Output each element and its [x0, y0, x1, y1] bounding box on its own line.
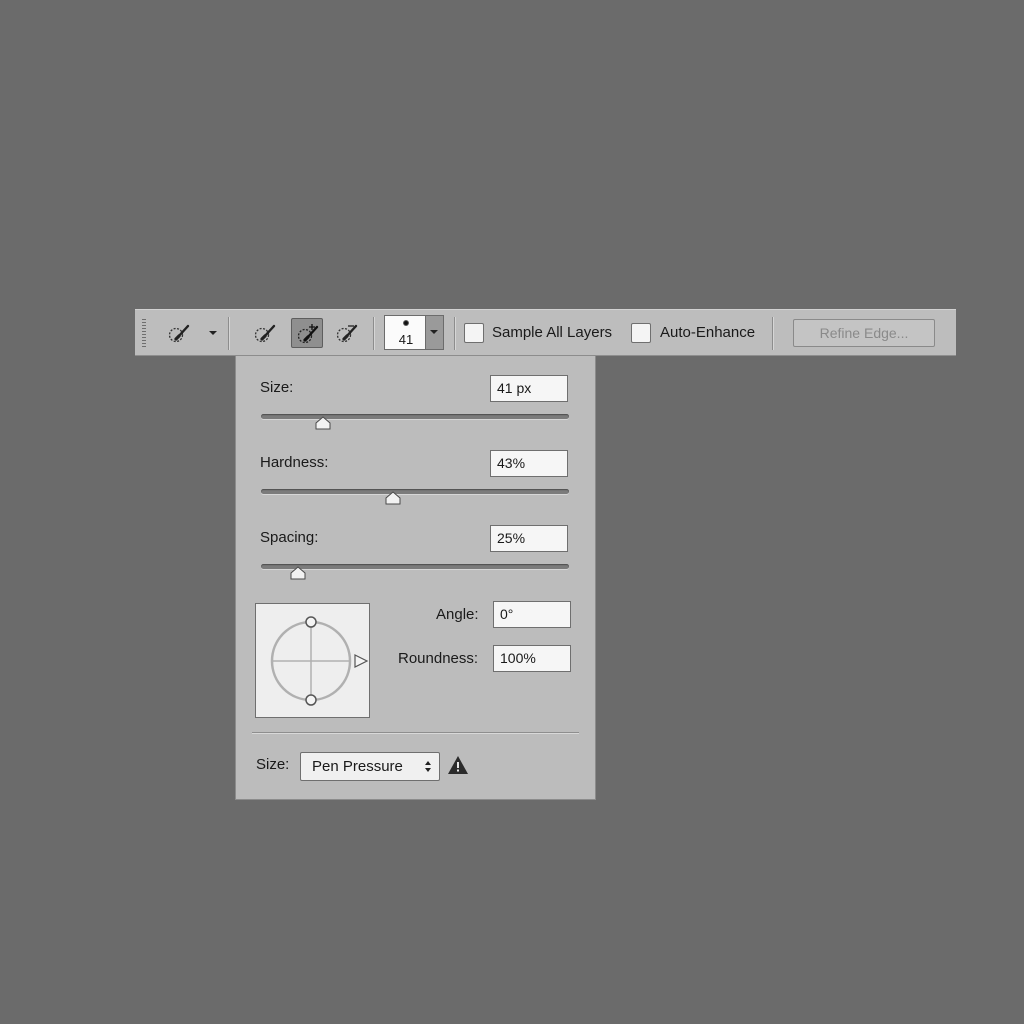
- select-arrows-icon: [425, 761, 431, 772]
- size-slider-thumb[interactable]: [315, 416, 331, 430]
- quick-selection-add-icon: [297, 324, 319, 344]
- size-field[interactable]: 41 px: [490, 375, 568, 402]
- hardness-label: Hardness:: [260, 454, 329, 471]
- tool-preset-caret-icon[interactable]: [209, 331, 217, 335]
- angle-field[interactable]: 0°: [493, 601, 571, 628]
- roundness-field[interactable]: 100%: [493, 645, 571, 672]
- brush-size-readout: 41: [398, 332, 414, 347]
- options-bar-grip[interactable]: [142, 319, 146, 349]
- hardness-slider[interactable]: [261, 489, 569, 505]
- pressure-size-label: Size:: [256, 756, 290, 773]
- auto-enhance-checkbox[interactable]: [631, 323, 651, 343]
- brush-picker-panel: Size: 41 px Hardness: 43% Spacing: 25% A…: [235, 355, 596, 800]
- add-to-selection-button[interactable]: [291, 318, 323, 348]
- tool-options-bar: 41 Sample All Layers Auto-Enhance Refine…: [135, 309, 956, 356]
- separator: [373, 317, 374, 350]
- separator: [228, 317, 229, 350]
- spacing-label: Spacing:: [260, 529, 319, 546]
- separator: [454, 317, 455, 350]
- sample-all-layers-label[interactable]: Sample All Layers: [492, 323, 612, 343]
- brush-angle-roundness-preview[interactable]: [255, 603, 370, 718]
- quick-selection-brush-icon: [168, 324, 190, 343]
- brush-picker-dropdown[interactable]: [425, 316, 443, 349]
- pen-pressure-value: Pen Pressure: [312, 758, 403, 775]
- quick-selection-brush-icon: [254, 324, 276, 343]
- hardness-field[interactable]: 43%: [490, 450, 568, 477]
- brush-tip-icon: [403, 320, 409, 326]
- pen-pressure-select[interactable]: Pen Pressure: [300, 752, 440, 781]
- spacing-slider-thumb[interactable]: [290, 566, 306, 580]
- roundness-label: Roundness:: [398, 650, 479, 667]
- warning-icon[interactable]: [447, 755, 469, 775]
- brush-shape-icon: [270, 616, 369, 706]
- spacing-field[interactable]: 25%: [490, 525, 568, 552]
- refine-edge-button[interactable]: Refine Edge...: [793, 319, 935, 347]
- tool-preset-picker[interactable]: [163, 318, 195, 348]
- sample-all-layers-checkbox[interactable]: [464, 323, 484, 343]
- divider: [252, 732, 579, 733]
- auto-enhance-label[interactable]: Auto-Enhance: [660, 323, 755, 343]
- size-slider[interactable]: [261, 414, 569, 430]
- brush-picker[interactable]: 41: [384, 315, 444, 350]
- angle-label: Angle:: [436, 606, 479, 623]
- spacing-slider[interactable]: [261, 564, 569, 580]
- subtract-from-selection-button[interactable]: [331, 318, 363, 348]
- size-label: Size:: [260, 379, 294, 396]
- new-selection-button[interactable]: [249, 318, 281, 348]
- hardness-slider-thumb[interactable]: [385, 491, 401, 505]
- quick-selection-subtract-icon: [336, 324, 358, 343]
- chevron-down-icon: [430, 330, 438, 334]
- separator: [772, 317, 773, 350]
